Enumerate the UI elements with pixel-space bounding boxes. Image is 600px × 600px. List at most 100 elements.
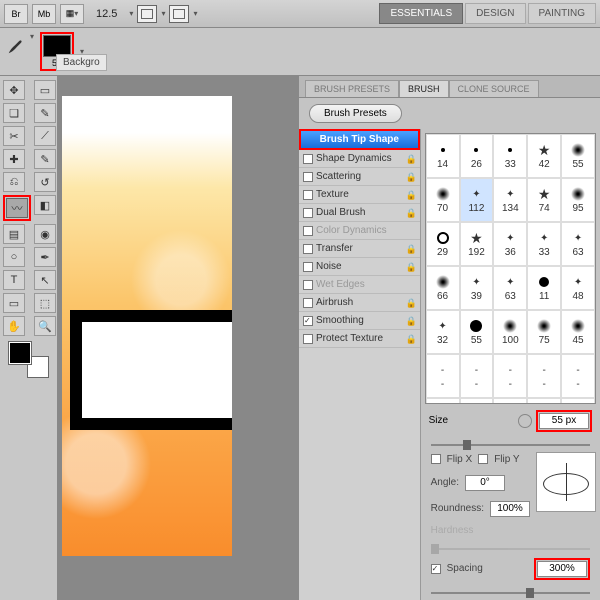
healing-tool[interactable]: ✚ [3,149,25,169]
opt-noise[interactable]: Noise🔒 [299,258,420,276]
brush-tip-cell[interactable]: 192 [460,222,494,266]
type-tool[interactable]: T [3,270,25,290]
brush-tip-cell[interactable]: ✦33 [527,222,561,266]
3d-tool[interactable]: ⬚ [34,293,56,313]
blur-tool[interactable]: ◉ [34,224,56,244]
shape-tool[interactable]: ▭ [3,293,25,313]
brush-tip-cell[interactable]: 5 [561,398,595,404]
dodge-tool[interactable]: ○ [3,247,25,267]
gradient-tool[interactable]: ▤ [3,224,25,244]
eyedropper-tool[interactable]: ⟋ [34,126,56,146]
doc-arrange-button[interactable] [137,5,157,23]
smudge-tool[interactable]: 〰 [6,198,28,218]
move-tool[interactable]: ✥ [3,80,25,100]
brush-tip-cell[interactable]: ✦134 [493,178,527,222]
brush-tip-cell[interactable]: ✦63 [493,266,527,310]
document-canvas[interactable] [62,96,232,556]
document-tab[interactable]: Backgro [56,54,107,71]
opt-airbrush[interactable]: Airbrush🔒 [299,294,420,312]
marquee-tool[interactable]: ▭ [34,80,56,100]
brush-presets-button[interactable]: Brush Presets [309,104,402,123]
opt-scattering[interactable]: Scattering🔒 [299,168,420,186]
minibridge-button[interactable]: Mb [32,4,56,24]
hardness-slider [431,544,590,550]
checkbox-icon[interactable] [303,154,313,164]
brush-tip-cell[interactable]: 75 [527,310,561,354]
screen-mode-button[interactable] [169,5,189,23]
workspace-tab-design[interactable]: DESIGN [465,3,525,24]
brush-tip-cell[interactable]: 29 [426,222,460,266]
brush-tip-cell[interactable]: -- [426,354,460,398]
brush-tip-cell[interactable]: 45 [561,310,595,354]
opt-shape-dynamics[interactable]: Shape Dynamics🔒 [299,150,420,168]
brush-tip-cell[interactable]: ✦63 [561,222,595,266]
brush-tip-cell[interactable]: ✦112 [460,178,494,222]
opt-texture[interactable]: Texture🔒 [299,186,420,204]
path-tool[interactable]: ↖ [34,270,56,290]
brush-tool-row[interactable]: ✎ [34,149,56,169]
reset-size-icon[interactable] [518,414,532,428]
brush-tip-cell[interactable]: 70 [426,178,460,222]
stamp-tool[interactable]: ⎌ [3,172,25,192]
quick-select-tool[interactable]: ✎ [34,103,56,123]
brush-tip-cell[interactable]: 14 [426,134,460,178]
foreground-color[interactable] [9,342,31,364]
tab-clone-source[interactable]: CLONE SOURCE [449,80,539,97]
brush-tip-cell[interactable]: -- [527,354,561,398]
brush-tip-cell[interactable]: 26 [460,134,494,178]
workspace-tab-essentials[interactable]: ESSENTIALS [379,3,463,24]
brush-tip-cell[interactable]: 42 [527,134,561,178]
brush-tip-cell[interactable]: 55 [561,134,595,178]
flip-x-check[interactable] [431,454,441,464]
brush-tip-cell[interactable]: ✦36 [493,222,527,266]
color-swatches[interactable] [9,342,49,378]
size-slider[interactable] [431,440,590,446]
tab-brush[interactable]: BRUSH [399,80,449,97]
brush-tip-cell[interactable]: 3 [493,398,527,404]
brush-tip-cell[interactable]: 4 [527,398,561,404]
pen-tool[interactable]: ✒ [34,247,56,267]
brush-tip-cell[interactable]: 33 [493,134,527,178]
angle-field[interactable] [465,475,505,491]
history-brush-tool[interactable]: ↺ [34,172,56,192]
spacing-check[interactable] [431,564,441,574]
brush-tip-cell[interactable]: 11 [527,266,561,310]
hand-tool[interactable]: ✋ [3,316,25,336]
flip-y-check[interactable] [478,454,488,464]
spacing-slider[interactable] [431,588,590,594]
angle-preview[interactable] [536,452,596,512]
brush-tip-cell[interactable]: -- [460,354,494,398]
roundness-field[interactable] [490,501,530,517]
brush-tip-cell[interactable]: ✦39 [460,266,494,310]
brush-tip-cell[interactable]: ✦48 [561,266,595,310]
zoom-tool[interactable]: 🔍 [34,316,56,336]
opt-dual-brush[interactable]: Dual Brush🔒 [299,204,420,222]
crop-tool[interactable]: ✂ [3,126,25,146]
eraser-tool[interactable]: ◧ [34,195,56,215]
opt-protect-texture[interactable]: Protect Texture🔒 [299,330,420,348]
brush-tip-cell[interactable]: 66 [426,266,460,310]
view-extras-button[interactable]: ▦▾ [60,4,84,24]
brush-tip-cell[interactable]: 1 [426,398,460,404]
lasso-tool[interactable]: ❏ [3,103,25,123]
size-field[interactable] [539,413,589,429]
brush-tip-cell[interactable]: ✦32 [426,310,460,354]
bridge-button[interactable]: Br [4,4,28,24]
zoom-level[interactable]: 12.5 [96,8,117,20]
workspace-tab-painting[interactable]: PAINTING [528,3,596,24]
opt-transfer[interactable]: Transfer🔒 [299,240,420,258]
zoom-dropdown-icon[interactable]: ▾ [129,9,133,18]
brush-tip-cell[interactable]: -- [561,354,595,398]
brush-tip-cell[interactable]: -- [493,354,527,398]
brush-tip-cell[interactable]: 55 [460,310,494,354]
brush-tip-cell[interactable]: 100 [493,310,527,354]
tab-brush-presets[interactable]: BRUSH PRESETS [305,80,399,97]
brush-tip-grid[interactable]: 142633425570✦112✦134749529192✦36✦33✦6366… [425,133,596,404]
brush-tip-cell[interactable]: 74 [527,178,561,222]
brush-tip-cell[interactable]: 2 [460,398,494,404]
opt-brush-tip-shape[interactable]: Brush Tip Shape [299,129,420,150]
brush-tip-cell[interactable]: 95 [561,178,595,222]
spacing-field[interactable] [537,561,587,577]
opt-smoothing[interactable]: Smoothing🔒 [299,312,420,330]
canvas-area [58,76,298,600]
